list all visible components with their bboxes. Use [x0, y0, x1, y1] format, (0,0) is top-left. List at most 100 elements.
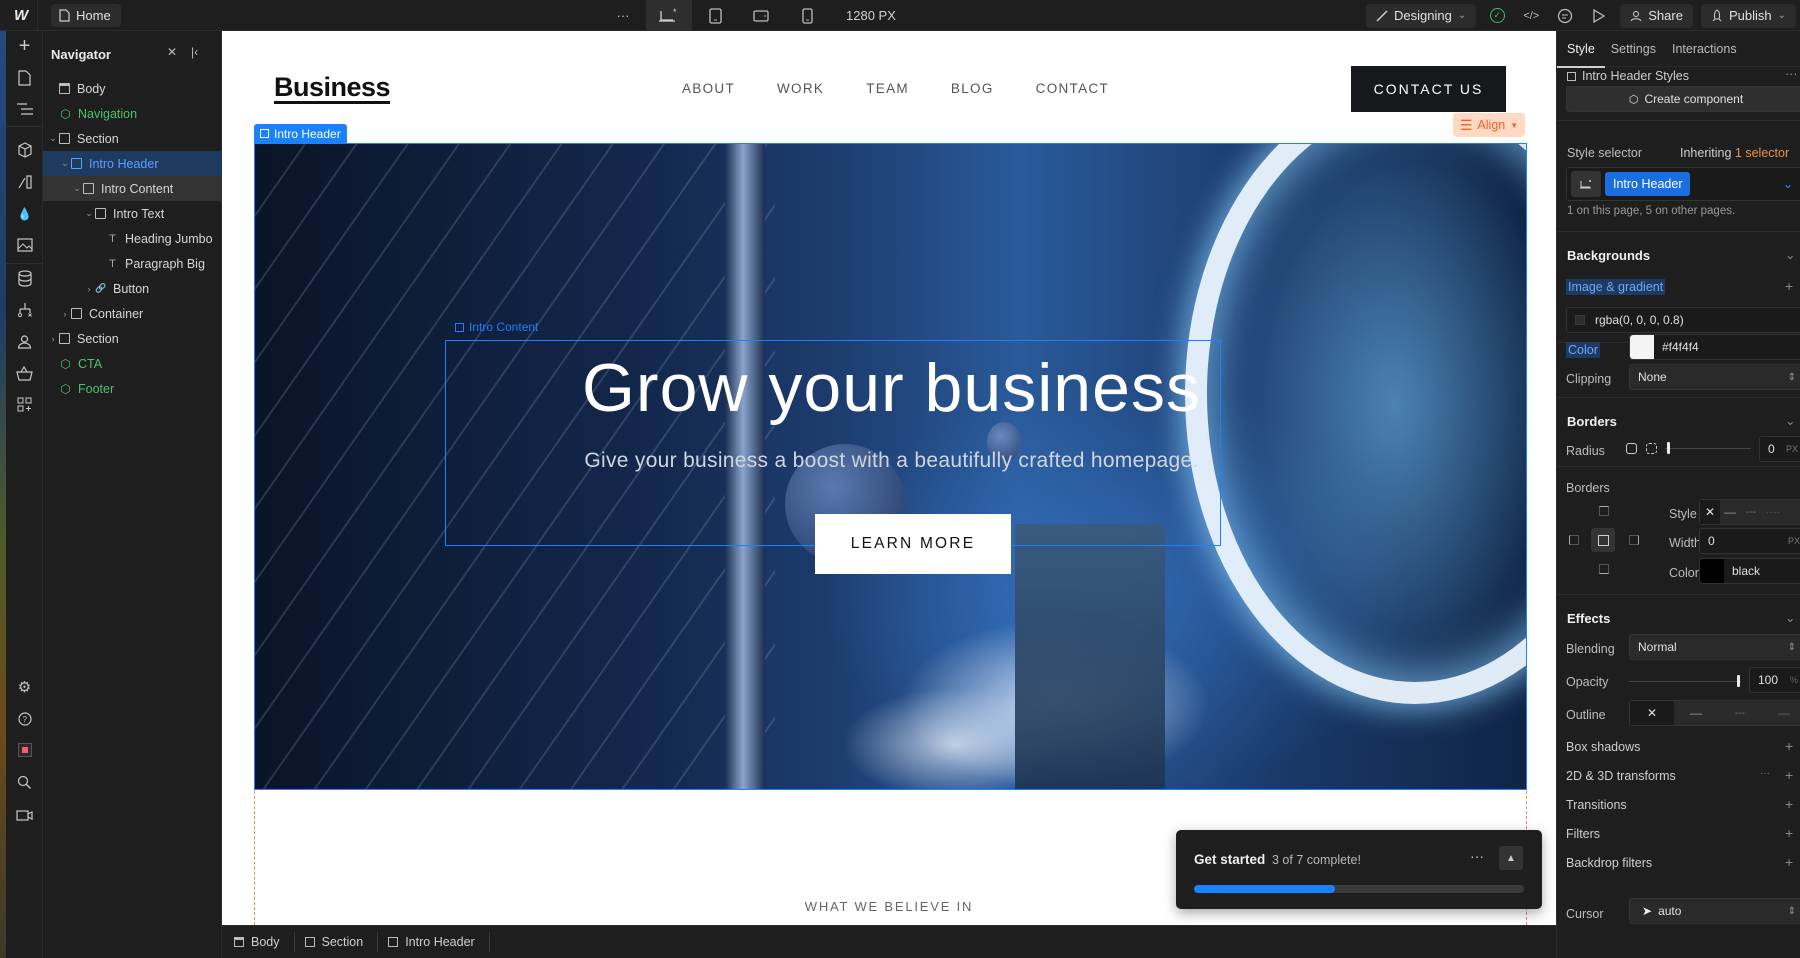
border-color-field[interactable]: black: [1699, 558, 1800, 584]
chevron-right-icon[interactable]: ›: [47, 334, 59, 344]
tree-node[interactable]: Body: [43, 76, 222, 101]
tab-style[interactable]: Style: [1557, 42, 1605, 68]
outline-solid[interactable]: —: [1674, 706, 1718, 720]
radius-slider-handle[interactable]: [1667, 442, 1670, 454]
assets-button[interactable]: [6, 232, 43, 258]
inheriting-selector-link[interactable]: 1 selector: [1735, 146, 1789, 160]
border-style-dashed[interactable]: ---: [1740, 507, 1762, 518]
border-width-input[interactable]: 0 PX: [1699, 528, 1800, 554]
page-selector-button[interactable]: Home: [51, 4, 121, 27]
tree-node[interactable]: ⌄ Intro Text: [43, 201, 222, 226]
border-style-solid[interactable]: —: [1720, 505, 1740, 519]
tree-node[interactable]: › 🔗 Button: [43, 276, 222, 301]
learn-more-button[interactable]: LEARN MORE: [815, 514, 1011, 574]
close-icon[interactable]: ✕: [167, 45, 177, 59]
tab-settings[interactable]: Settings: [1611, 42, 1656, 56]
breadcrumb-item[interactable]: Section: [304, 932, 379, 952]
add-elements-button[interactable]: +: [6, 33, 43, 59]
chevron-down-icon[interactable]: ⌄: [59, 158, 71, 169]
tree-node[interactable]: › Section: [43, 326, 222, 351]
desktop-breakpoint-button[interactable]: *: [646, 0, 692, 31]
border-right-icon[interactable]: [1629, 535, 1639, 545]
plus-icon[interactable]: +: [1785, 796, 1793, 812]
effects-row-box-shadows[interactable]: Box shadows: [1566, 740, 1794, 754]
radius-slider[interactable]: [1665, 448, 1751, 449]
help-button[interactable]: ?: [6, 705, 43, 731]
breadcrumb-item[interactable]: Body: [234, 932, 295, 952]
blending-select[interactable]: Normal ⇕: [1629, 634, 1800, 660]
logic-button[interactable]: [6, 297, 43, 323]
border-top-icon[interactable]: [1599, 506, 1609, 516]
style-selector-input[interactable]: Intro Header ⌄: [1566, 167, 1800, 201]
opacity-slider-handle[interactable]: [1737, 675, 1740, 687]
nav-link-team[interactable]: TEAM: [866, 81, 909, 96]
code-export-button[interactable]: </>: [1518, 4, 1544, 28]
more-options-button[interactable]: ···: [1470, 848, 1484, 864]
navigator-button[interactable]: [6, 96, 43, 122]
chevron-down-icon[interactable]: ⌄: [1785, 247, 1795, 262]
border-style-segmented[interactable]: ✕ — --- ·····: [1699, 499, 1800, 525]
chevron-down-icon[interactable]: ⌄: [71, 183, 83, 194]
mobile-portrait-breakpoint-button[interactable]: [784, 0, 830, 31]
video-tutorials-button[interactable]: [6, 801, 43, 827]
nav-link-blog[interactable]: BLOG: [951, 81, 994, 96]
comments-button[interactable]: [1552, 4, 1578, 28]
tree-node[interactable]: T Paragraph Big: [43, 251, 222, 276]
chevron-down-icon[interactable]: ⌄: [1783, 177, 1793, 191]
selector-chip[interactable]: Intro Header: [1605, 172, 1691, 196]
plus-icon[interactable]: +: [1785, 825, 1793, 841]
plus-icon[interactable]: +: [1785, 767, 1793, 783]
share-button[interactable]: Share: [1620, 3, 1693, 28]
breakpoint-state-icon[interactable]: [1571, 171, 1601, 197]
mode-dropdown[interactable]: Designing ⌄: [1366, 3, 1477, 28]
nav-link-about[interactable]: ABOUT: [682, 81, 735, 96]
users-button[interactable]: [6, 328, 43, 354]
radius-all-icon[interactable]: [1626, 443, 1637, 454]
border-style-dotted[interactable]: ·····: [1762, 508, 1784, 517]
search-button[interactable]: [6, 769, 43, 795]
design-canvas[interactable]: Business ABOUT WORK TEAM BLOG CONTACT CONTAC…: [222, 31, 1556, 925]
plus-icon[interactable]: +: [1785, 854, 1793, 870]
tree-node[interactable]: T Heading Jumbo: [43, 226, 222, 251]
tablet-breakpoint-button[interactable]: [692, 0, 738, 31]
chevron-right-icon[interactable]: ›: [59, 309, 71, 319]
tree-node[interactable]: ⬡ CTA: [43, 351, 222, 376]
tree-node[interactable]: ⌄ Section: [43, 126, 222, 151]
outline-none[interactable]: ✕: [1630, 701, 1674, 725]
chevron-down-icon[interactable]: ⌄: [83, 208, 95, 219]
brand-logo[interactable]: Business: [274, 73, 391, 105]
nav-link-contact[interactable]: CONTACT: [1036, 81, 1109, 96]
tab-interactions[interactable]: Interactions: [1672, 42, 1737, 56]
border-left-icon[interactable]: [1569, 535, 1579, 545]
borders-heading[interactable]: Borders: [1567, 414, 1617, 429]
border-color-swatch[interactable]: [1700, 559, 1724, 583]
align-button[interactable]: ☰ Align ▼: [1453, 113, 1525, 137]
outline-dashed[interactable]: ---: [1718, 708, 1762, 719]
effects-row-backdrop-filters[interactable]: Backdrop filters: [1566, 856, 1794, 870]
expand-checklist-button[interactable]: ▲: [1499, 846, 1523, 870]
plus-icon[interactable]: +: [1785, 738, 1793, 754]
border-style-none[interactable]: ✕: [1700, 500, 1720, 524]
clipping-select[interactable]: None ⇕: [1629, 364, 1800, 390]
preview-button[interactable]: [1586, 4, 1612, 28]
cms-button[interactable]: [6, 265, 43, 291]
backgrounds-heading[interactable]: Backgrounds: [1567, 248, 1650, 263]
chevron-down-icon[interactable]: ⌄: [1785, 413, 1795, 428]
tree-node[interactable]: ⌄ Intro Header: [43, 151, 222, 176]
intro-header-hero[interactable]: Intro Content Grow your business Give yo…: [254, 143, 1527, 790]
contact-us-button[interactable]: CONTACT US: [1351, 66, 1506, 112]
nav-link-work[interactable]: WORK: [777, 81, 824, 96]
more-options-icon[interactable]: ···: [1760, 768, 1770, 779]
publish-button[interactable]: Publish ⌄: [1700, 3, 1796, 28]
chevron-down-icon[interactable]: ⌄: [1785, 610, 1795, 625]
settings-button[interactable]: ⚙: [6, 674, 43, 700]
variables-button[interactable]: 💧: [6, 201, 43, 227]
collapse-panel-icon[interactable]: |‹: [191, 45, 198, 59]
opacity-input[interactable]: 100 %: [1749, 667, 1800, 693]
hero-paragraph[interactable]: Give your business a boost with a beauti…: [255, 449, 1526, 473]
radius-individual-icon[interactable]: [1646, 443, 1657, 454]
tree-node[interactable]: ⬡ Footer: [43, 376, 222, 401]
add-background-button[interactable]: +: [1785, 278, 1793, 294]
publish-status-button[interactable]: ✓: [1484, 4, 1510, 28]
pages-button[interactable]: [6, 65, 43, 91]
